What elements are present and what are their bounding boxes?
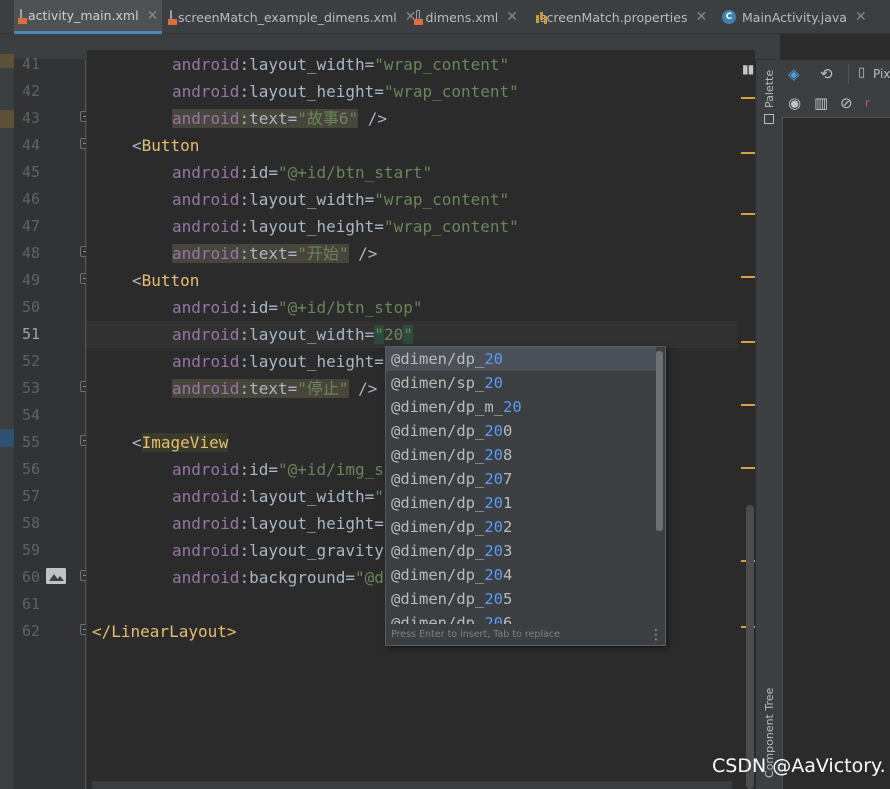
line-number-gutter: 41 42 43 44 45 46 47 48 49 50 51 52 53 5… — [14, 55, 91, 789]
xml-file-icon — [414, 10, 423, 25]
autocomplete-popup: @dimen/dp_20 @dimen/sp_20 @dimen/dp_m_20… — [385, 346, 666, 646]
autocomplete-item[interactable]: @dimen/dp_204 — [386, 563, 656, 587]
orientation-icon[interactable]: ⟲ — [820, 65, 833, 83]
code-line: android:layout_height="wrap_content" — [172, 217, 519, 236]
palette-icon — [764, 114, 774, 124]
tab-screenmatch-properties[interactable]: screenMatch.properties ✕ — [528, 0, 714, 34]
autocomplete-item[interactable]: @dimen/dp_208 — [386, 443, 656, 467]
blueprint-icon[interactable]: ▥ — [814, 94, 828, 112]
change-marker — [0, 110, 14, 128]
line-number: 61 — [21, 595, 40, 613]
tab-label: dimens.xml — [425, 9, 499, 25]
toolbar-divider — [848, 64, 849, 84]
change-marker — [0, 54, 14, 68]
pause-icon[interactable]: ▮▮ — [742, 62, 754, 76]
warning-marker[interactable] — [741, 97, 755, 99]
popup-hint: Press Enter to insert, Tab to replace — [391, 629, 560, 640]
line-number: 47 — [21, 217, 40, 235]
autocomplete-item[interactable]: @dimen/dp_20 — [386, 347, 656, 371]
xml-file-icon — [18, 8, 27, 24]
watermark: CSDN @AaVictory. — [712, 755, 886, 777]
code-line: android:text="开始" /> — [172, 244, 378, 263]
line-number: 51 — [21, 325, 40, 343]
device-icon[interactable]: ▯ — [858, 65, 865, 80]
autocomplete-item[interactable]: @dimen/sp_20 — [386, 371, 656, 395]
warning-marker[interactable] — [741, 152, 755, 154]
editor-tab-bar: activity_main.xml ✕ screenMatch_example_… — [0, 0, 890, 34]
more-options-label[interactable]: r — [865, 96, 870, 110]
line-number: 54 — [21, 406, 40, 424]
code-line-current: android:layout_width="20" — [87, 321, 755, 348]
warning-marker[interactable] — [741, 213, 755, 215]
line-number: 55 — [21, 433, 40, 451]
autocomplete-item[interactable]: @dimen/dp_206 — [386, 611, 656, 624]
vertical-scrollbar[interactable] — [746, 505, 754, 789]
line-number: 44 — [21, 136, 40, 154]
close-icon[interactable]: ✕ — [855, 9, 867, 25]
tab-mainactivity-java[interactable]: C MainActivity.java ✕ — [716, 0, 886, 34]
code-line: android:layout_width="wrap_content" — [172, 55, 510, 74]
design-side-strip: Palette Component Tree — [755, 60, 782, 789]
line-number: 56 — [21, 460, 40, 478]
warning-marker[interactable] — [741, 341, 755, 343]
design-panel — [782, 60, 890, 789]
line-number: 59 — [21, 541, 40, 559]
close-icon[interactable]: ✕ — [695, 9, 707, 25]
warning-marker[interactable] — [741, 276, 755, 278]
line-number: 41 — [21, 55, 40, 73]
java-class-icon: C — [722, 10, 736, 24]
more-vertical-icon[interactable]: ⋮ — [649, 626, 663, 644]
close-icon[interactable]: ✕ — [506, 9, 518, 25]
tab-screenmatch-example-dimens[interactable]: screenMatch_example_dimens.xml ✕ — [164, 0, 416, 34]
code-line: android:layout_width="wrap_content" — [172, 190, 510, 209]
current-line-marker — [0, 429, 14, 447]
line-number: 57 — [21, 487, 40, 505]
autocomplete-item[interactable]: @dimen/dp_205 — [386, 587, 656, 611]
close-icon[interactable]: ✕ — [147, 8, 159, 24]
layers-icon[interactable]: ◈ — [788, 65, 800, 83]
warning-marker[interactable] — [741, 467, 755, 469]
code-line: android:id="@+id/btn_start" — [172, 163, 433, 182]
image-preview-icon[interactable] — [46, 568, 66, 584]
code-line: <Button — [132, 271, 200, 290]
tab-label: activity_main.xml — [28, 8, 139, 23]
tab-activity-main[interactable]: activity_main.xml ✕ — [14, 0, 162, 34]
code-line: <Button — [132, 136, 200, 155]
autocomplete-item[interactable]: @dimen/dp_203 — [386, 539, 656, 563]
line-number: 50 — [21, 298, 40, 316]
device-label[interactable]: Pix — [873, 67, 890, 81]
line-number: 52 — [21, 352, 40, 370]
code-line: android:id="@+id/btn_stop" — [172, 298, 423, 317]
code-line: android:layout_height="wrap_content" — [172, 82, 519, 101]
line-number: 46 — [21, 190, 40, 208]
horizontal-scrollbar[interactable] — [92, 781, 732, 789]
palette-tab[interactable]: Palette — [763, 70, 776, 108]
autocomplete-item[interactable]: @dimen/dp_200 — [386, 419, 656, 443]
tab-label: screenMatch_example_dimens.xml — [178, 9, 397, 25]
autocomplete-item[interactable]: @dimen/dp_m_20 — [386, 395, 656, 419]
design-panel-toolbar: ◈ ⟲ ▯ Pix ◉ ▥ ⊘ r — [782, 60, 890, 118]
left-tool-strip — [0, 34, 14, 789]
eye-icon[interactable]: ◉ — [788, 94, 801, 112]
line-number: 49 — [21, 271, 40, 289]
tab-label: MainActivity.java — [742, 9, 847, 25]
line-number: 48 — [21, 244, 40, 262]
line-number: 43 — [21, 109, 40, 127]
tab-dimens[interactable]: dimens.xml ✕ — [410, 0, 526, 34]
warning-marker[interactable] — [741, 404, 755, 406]
line-number: 45 — [21, 163, 40, 181]
popup-scrollbar[interactable] — [656, 351, 663, 531]
line-number: 53 — [21, 379, 40, 397]
line-number: 58 — [21, 514, 40, 532]
magnet-icon[interactable]: ⊘ — [840, 94, 853, 112]
line-number: 42 — [21, 82, 40, 100]
tab-label: screenMatch.properties — [540, 9, 688, 25]
autocomplete-item[interactable]: @dimen/dp_201 — [386, 491, 656, 515]
code-line: android:text="故事6" /> — [172, 109, 388, 128]
autocomplete-item[interactable]: @dimen/dp_207 — [386, 467, 656, 491]
line-number: 62 — [21, 622, 40, 640]
line-number: 60 — [21, 568, 40, 586]
xml-file-icon — [168, 10, 177, 25]
autocomplete-item[interactable]: @dimen/dp_202 — [386, 515, 656, 539]
